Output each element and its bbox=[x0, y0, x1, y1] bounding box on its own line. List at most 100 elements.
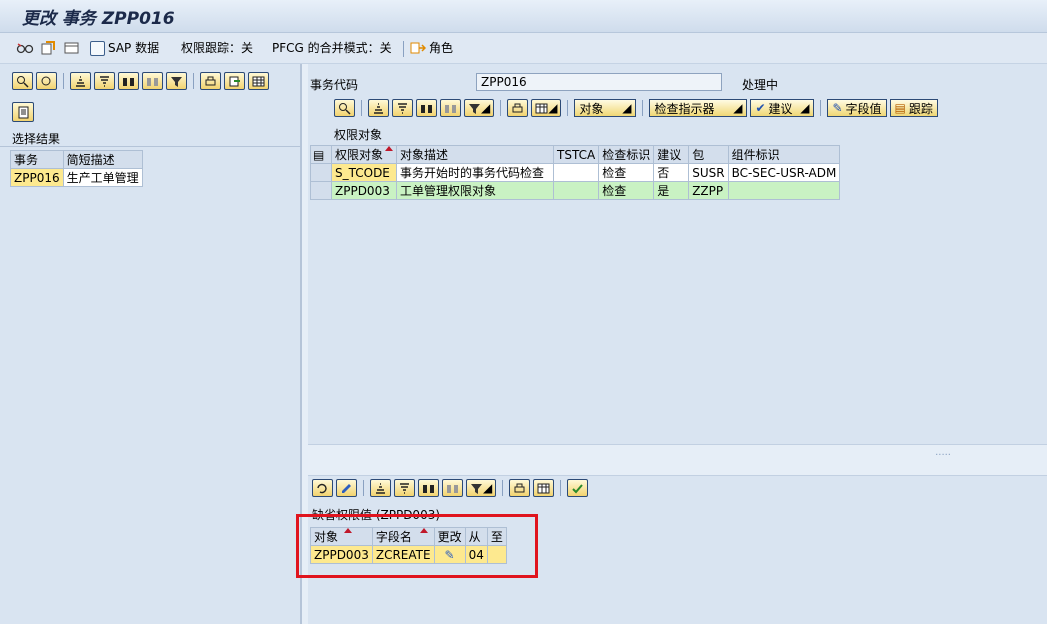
find-icon bbox=[41, 76, 51, 85]
sort-asc-button[interactable] bbox=[368, 99, 389, 117]
status-text: 处理中 bbox=[742, 78, 779, 92]
dropdown-arrow-icon: ◢ bbox=[622, 101, 632, 115]
window-icon bbox=[64, 42, 79, 54]
column-header[interactable]: 事务 bbox=[10, 150, 64, 169]
check-cell[interactable]: 检查 bbox=[598, 163, 655, 182]
sort-desc-button[interactable] bbox=[94, 72, 115, 90]
search-next-button[interactable] bbox=[442, 479, 463, 497]
object-cell[interactable]: S_TCODE bbox=[330, 163, 398, 182]
table-row[interactable]: ZPP016 生产工单管理 bbox=[10, 168, 143, 187]
highlight-annotation bbox=[296, 514, 538, 578]
trace-icon: ▤ bbox=[894, 101, 906, 115]
application-toolbar: SAP 数据 权限跟踪：关 PFCG 的合并模式：关 角色 bbox=[0, 33, 1047, 64]
package-cell[interactable]: ZZPP bbox=[688, 181, 729, 200]
tstca-cell[interactable] bbox=[553, 163, 600, 182]
magnifier-icon bbox=[17, 75, 29, 88]
layout-button[interactable] bbox=[248, 72, 269, 90]
sap-data-button[interactable]: SAP 数据 bbox=[90, 39, 159, 57]
proposal-label: 建议 bbox=[768, 101, 793, 116]
tstca-cell[interactable] bbox=[553, 181, 600, 200]
printer-icon bbox=[514, 483, 525, 492]
object-cell[interactable]: ZPPD003 bbox=[330, 181, 398, 200]
column-header[interactable]: 对象描述 bbox=[396, 145, 555, 164]
overview-button[interactable] bbox=[64, 39, 80, 57]
trace-toggle[interactable]: 权限跟踪：关 bbox=[181, 39, 253, 57]
print-button[interactable] bbox=[509, 479, 531, 497]
sort-asc-icon bbox=[374, 102, 383, 114]
desc-cell[interactable]: 工单管理权限对象 bbox=[396, 181, 555, 200]
proposal-cell[interactable]: 是 bbox=[653, 181, 690, 200]
tcode-field[interactable]: ZPP016 bbox=[476, 73, 722, 91]
column-header[interactable]: 检查标识 bbox=[598, 145, 655, 164]
binoculars-icon bbox=[421, 104, 432, 113]
detail-button[interactable] bbox=[334, 99, 355, 117]
pfcg-merge-toggle[interactable]: PFCG 的合并模式：关 bbox=[272, 39, 392, 57]
tcode-cell[interactable]: ZPP016 bbox=[10, 168, 64, 187]
select-all-icon[interactable]: ▤ bbox=[310, 145, 332, 164]
print-button[interactable] bbox=[200, 72, 221, 90]
layout-button[interactable]: ◢ bbox=[531, 99, 562, 117]
auth-toolbar: ◢ ◢ 对象 ◢ 检查指示器 ◢ ✔ 建议 ◢ ✎ 字段值 ▤ 跟踪 bbox=[334, 99, 938, 117]
component-cell[interactable]: BC-SEC-USR-ADM bbox=[727, 163, 841, 182]
binoculars-icon bbox=[423, 484, 434, 493]
row-selector[interactable] bbox=[310, 181, 332, 200]
search-button[interactable] bbox=[416, 99, 437, 117]
splitter-grip[interactable]: ..... bbox=[935, 447, 951, 458]
sort-asc-button[interactable] bbox=[370, 479, 391, 497]
glasses-button[interactable] bbox=[16, 39, 34, 57]
object-dropdown[interactable]: 对象 ◢ bbox=[574, 99, 637, 117]
field-value-button[interactable]: ✎ 字段值 bbox=[827, 99, 887, 117]
proposal-dropdown[interactable]: ✔ 建议 ◢ bbox=[750, 99, 815, 117]
table-row[interactable]: ZPPD003 工单管理权限对象 检查 是 ZZPP bbox=[310, 181, 841, 200]
horizontal-splitter[interactable]: ..... bbox=[308, 444, 1047, 476]
column-header[interactable]: 建议 bbox=[653, 145, 690, 164]
proposal-cell[interactable]: 否 bbox=[653, 163, 690, 182]
edit-button[interactable] bbox=[336, 479, 357, 497]
checkmark-icon bbox=[572, 483, 583, 493]
package-cell[interactable]: SUSR bbox=[688, 163, 729, 182]
column-header[interactable]: TSTCA bbox=[553, 145, 600, 164]
layout-button[interactable] bbox=[533, 479, 555, 497]
tcode-label: 事务代码 bbox=[310, 78, 359, 92]
filter-button[interactable]: ◢ bbox=[466, 479, 497, 497]
confirm-button[interactable] bbox=[567, 479, 589, 497]
table-row[interactable]: S_TCODE 事务开始时的事务代码检查 检查 否 SUSR BC-SEC-US… bbox=[310, 163, 841, 182]
sort-asc-button[interactable] bbox=[70, 72, 91, 90]
filter-button[interactable]: ◢ bbox=[464, 99, 495, 117]
search-button[interactable] bbox=[118, 72, 139, 90]
search-next-button[interactable] bbox=[142, 72, 163, 90]
sort-desc-button[interactable] bbox=[392, 99, 413, 117]
field-value-label: 字段值 bbox=[845, 101, 882, 116]
component-cell[interactable] bbox=[727, 181, 841, 200]
desc-cell[interactable]: 事务开始时的事务代码检查 bbox=[396, 163, 555, 182]
find-button[interactable] bbox=[36, 72, 57, 90]
export-button[interactable] bbox=[224, 72, 245, 90]
role-button[interactable]: 角色 bbox=[410, 39, 453, 57]
sort-desc-button[interactable] bbox=[394, 479, 415, 497]
column-header[interactable]: 包 bbox=[688, 145, 729, 164]
auth-objects-title: 权限对象 bbox=[334, 128, 383, 142]
display-change-button[interactable] bbox=[40, 39, 56, 57]
column-header[interactable]: 权限对象 bbox=[330, 145, 398, 164]
toolbar-separator bbox=[361, 100, 362, 116]
refresh-button[interactable] bbox=[312, 479, 333, 497]
detail-button[interactable] bbox=[12, 72, 33, 90]
check-cell[interactable]: 检查 bbox=[598, 181, 655, 200]
binoculars-icon bbox=[123, 77, 134, 86]
print-button[interactable] bbox=[507, 99, 529, 117]
row-selector[interactable] bbox=[310, 163, 332, 182]
printer-icon bbox=[205, 76, 216, 85]
filter-button[interactable] bbox=[166, 72, 187, 90]
document-button[interactable] bbox=[12, 102, 34, 122]
dropdown-arrow-icon: ◢ bbox=[800, 101, 810, 115]
check-indicator-dropdown[interactable]: 检查指示器 ◢ bbox=[649, 99, 748, 117]
column-header[interactable]: 组件标识 bbox=[727, 145, 841, 164]
magnifier-icon bbox=[339, 102, 351, 115]
trace-button[interactable]: ▤ 跟踪 bbox=[889, 99, 938, 117]
check-indicator-label: 检查指示器 bbox=[654, 101, 715, 116]
desc-cell[interactable]: 生产工单管理 bbox=[62, 168, 143, 187]
search-next-button[interactable] bbox=[440, 99, 461, 117]
column-header[interactable]: 简短描述 bbox=[62, 150, 143, 169]
search-button[interactable] bbox=[418, 479, 439, 497]
doc-list-button[interactable] bbox=[12, 102, 34, 122]
